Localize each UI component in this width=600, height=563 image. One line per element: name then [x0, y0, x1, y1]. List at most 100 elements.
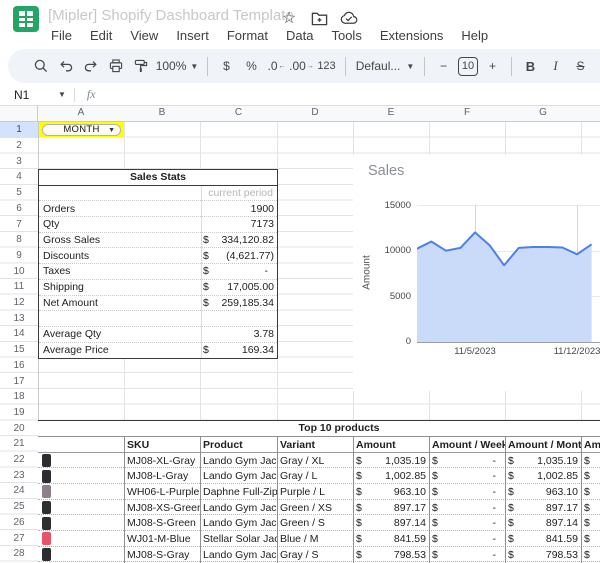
menu-data[interactable]: Data [277, 26, 322, 46]
stats-row-shipping[interactable]: Shipping$17,005.00 [39, 280, 277, 296]
name-box[interactable]: N1 [0, 88, 58, 102]
italic-button[interactable]: I [543, 54, 568, 78]
menu-extensions[interactable]: Extensions [371, 26, 453, 46]
row-header-22[interactable]: 22 [0, 452, 38, 468]
row-header-23[interactable]: 23 [0, 467, 38, 483]
row-header-6[interactable]: 6 [0, 201, 38, 217]
stats-row-blank[interactable] [39, 311, 277, 327]
search-icon[interactable] [28, 54, 53, 78]
zoom-control[interactable]: 100%▼ [153, 59, 201, 73]
column-headers[interactable]: A B C D E F G [0, 106, 600, 122]
chevron-down-icon[interactable]: ▼ [58, 90, 66, 99]
spreadsheet-grid[interactable]: A B C D E F G 12345678910111213141516171… [0, 106, 600, 563]
sales-chart[interactable]: Sales Amount 15000 10000 5000 0 11/5/202… [353, 155, 600, 391]
row-header-5[interactable]: 5 [0, 185, 38, 201]
row-header-20[interactable]: 20 [0, 420, 38, 436]
row-header-13[interactable]: 13 [0, 310, 38, 326]
bold-button[interactable]: B [518, 54, 543, 78]
stats-row-taxes[interactable]: Taxes$- [39, 264, 277, 280]
format-currency-button[interactable]: $ [214, 54, 239, 78]
row-header-14[interactable]: 14 [0, 326, 38, 342]
row-header-16[interactable]: 16 [0, 358, 38, 374]
star-icon[interactable]: ☆ [280, 9, 298, 27]
menu-help[interactable]: Help [452, 26, 497, 46]
row-header-4[interactable]: 4 [0, 169, 38, 185]
menu-edit[interactable]: Edit [81, 26, 121, 46]
row-header-7[interactable]: 7 [0, 216, 38, 232]
strikethrough-button[interactable]: S [568, 54, 593, 78]
product-row-2[interactable]: MJ08-L-Gray Lando Gym Jack Gray / L $1,0… [38, 468, 600, 484]
stats-row-qty[interactable]: Qty7173 [39, 217, 277, 233]
stats-row-orders[interactable]: Orders1900 [39, 201, 277, 217]
toolbar-divider [345, 57, 346, 76]
row-header-8[interactable]: 8 [0, 232, 38, 248]
row-header-17[interactable]: 17 [0, 373, 38, 389]
toolbar-divider [424, 57, 425, 76]
row-header-21[interactable]: 21 [0, 436, 38, 452]
text-color-button[interactable]: A [593, 54, 600, 78]
product-row-4[interactable]: MJ08-XS-Green Lando Gym Jack Green / XS … [38, 500, 600, 516]
product-image [42, 454, 51, 467]
y-tick-15000: 15000 [367, 200, 411, 211]
product-row-3[interactable]: WH06-L-Purple Daphne Full-Zip Purple / L… [38, 484, 600, 500]
font-style-dropdown[interactable]: Defaul...▼ [352, 59, 418, 73]
stats-row-average-qty[interactable]: Average Qty3.78 [39, 327, 277, 343]
menu-format[interactable]: Format [218, 26, 277, 46]
month-dropdown-chip[interactable]: MONTH ▼ [42, 124, 121, 136]
row-header-15[interactable]: 15 [0, 342, 38, 358]
stats-row-gross-sales[interactable]: Gross Sales$334,120.82 [39, 233, 277, 249]
document-title[interactable]: [Mipler] Shopify Dashboard Template [48, 7, 294, 24]
row-header-2[interactable]: 2 [0, 138, 38, 154]
paint-format-icon[interactable] [128, 54, 153, 78]
product-row-6[interactable]: WJ01-M-Blue Stellar Solar Jac Blue / M $… [38, 531, 600, 547]
product-row-1[interactable]: MJ08-XL-Gray Lando Gym Jack Gray / XL $1… [38, 453, 600, 469]
x-tick-2: 11/12/2023 [542, 346, 600, 357]
toolbar: 100%▼ $ % .0← .00→ 123 Defaul...▼ − 10 +… [8, 49, 600, 83]
undo-icon[interactable] [53, 54, 78, 78]
row-header-1[interactable]: 1 [0, 122, 38, 138]
row-header-26[interactable]: 26 [0, 515, 38, 531]
increase-decimals-button[interactable]: .00→ [289, 54, 314, 78]
y-tick-0: 0 [367, 336, 411, 347]
sales-stats-table[interactable]: Sales Stats current period Orders1900 Qt… [38, 169, 278, 359]
cloud-saved-icon[interactable] [340, 9, 358, 27]
formula-bar: N1 ▼ fx [0, 84, 600, 106]
row-header-12[interactable]: 12 [0, 295, 38, 311]
row-header-18[interactable]: 18 [0, 389, 38, 405]
top-products-table[interactable]: Top 10 products SKU Product Variant Amou… [38, 420, 600, 563]
row-header-19[interactable]: 19 [0, 405, 38, 421]
format-percent-button[interactable]: % [239, 54, 264, 78]
row-header-24[interactable]: 24 [0, 483, 38, 499]
menu-tools[interactable]: Tools [322, 26, 370, 46]
cell-a1-month[interactable]: MONTH ▼ [39, 122, 124, 137]
increase-font-size-button[interactable]: + [480, 54, 505, 78]
row-header-25[interactable]: 25 [0, 499, 38, 515]
row-header-9[interactable]: 9 [0, 248, 38, 264]
decrease-decimals-button[interactable]: .0← [264, 54, 289, 78]
menu-file[interactable]: File [42, 26, 81, 46]
stats-row-average-price[interactable]: Average Price$169.34 [39, 343, 277, 359]
row-header-3[interactable]: 3 [0, 153, 38, 169]
more-formats-button[interactable]: 123 [314, 54, 339, 78]
stats-title: Sales Stats [39, 170, 277, 186]
select-all-corner[interactable] [0, 106, 38, 122]
row-header-28[interactable]: 28 [0, 546, 38, 562]
font-size-input[interactable]: 10 [458, 57, 478, 76]
redo-icon[interactable] [78, 54, 103, 78]
product-row-5[interactable]: MJ08-S-Green Lando Gym Jack Green / S $8… [38, 515, 600, 531]
sheets-logo-icon[interactable] [13, 6, 39, 32]
product-image [42, 517, 51, 530]
move-folder-icon[interactable] [310, 9, 328, 27]
decrease-font-size-button[interactable]: − [431, 54, 456, 78]
chart-x-axis [417, 342, 600, 343]
menu-view[interactable]: View [121, 26, 167, 46]
product-row-7[interactable]: MJ08-S-Gray Lando Gym Jack Gray / S $798… [38, 547, 600, 563]
stats-row-net-amount[interactable]: Net Amount$259,185.34 [39, 296, 277, 312]
chart-y-axis-label: Amount [362, 213, 373, 333]
row-header-27[interactable]: 27 [0, 530, 38, 546]
menu-insert[interactable]: Insert [167, 26, 218, 46]
print-icon[interactable] [103, 54, 128, 78]
row-header-10[interactable]: 10 [0, 263, 38, 279]
stats-row-discounts[interactable]: Discounts$(4,621.77) [39, 248, 277, 264]
row-header-11[interactable]: 11 [0, 279, 38, 295]
